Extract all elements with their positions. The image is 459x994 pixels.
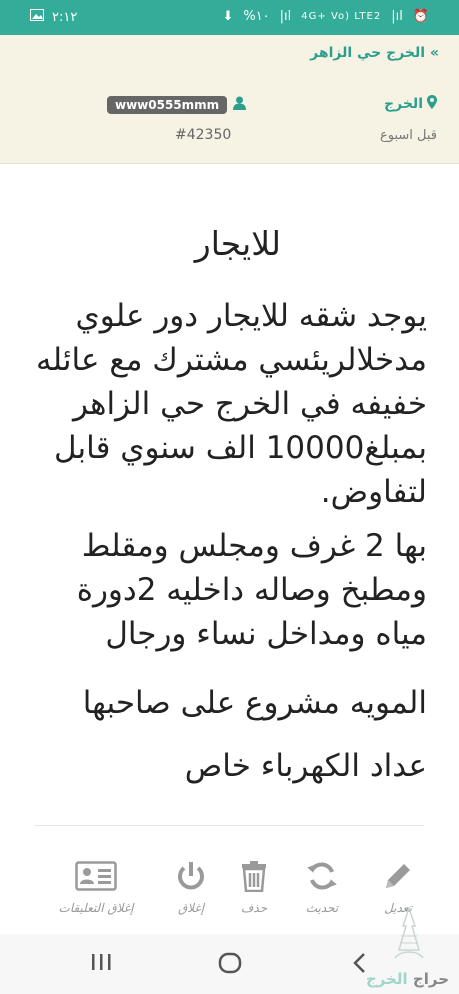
- pencil-icon: [382, 864, 414, 895]
- download-icon: ⬇: [222, 9, 234, 24]
- post-paragraph: يوجد شقه للايجار دور علوي مدخلالريئسي مش…: [36, 298, 427, 510]
- delete-label: حذف: [240, 901, 268, 915]
- clock-text: ٢:١٢: [52, 9, 78, 25]
- home-icon: [218, 952, 242, 978]
- home-button[interactable]: [218, 952, 242, 978]
- post-paragraph: عداد الكهرباء خاص: [184, 748, 427, 784]
- recent-apps-button[interactable]: [90, 952, 112, 976]
- back-button[interactable]: [352, 952, 366, 978]
- close-button[interactable]: إغلاق: [161, 860, 221, 915]
- post-paragraph: المويه مشروع على صاحبها: [82, 685, 427, 721]
- refresh-button[interactable]: تحديث: [292, 860, 352, 915]
- user-icon: [233, 95, 247, 114]
- post-title: للايجار: [194, 224, 281, 263]
- close-label: إغلاق: [177, 901, 205, 915]
- breadcrumb[interactable]: » الخرج حي الزاهر: [310, 45, 439, 61]
- signal-icon-2: |ıl: [391, 9, 403, 24]
- refresh-icon: [306, 862, 338, 895]
- brand-part2: الخرج: [365, 970, 408, 988]
- id-card-icon: [75, 861, 117, 895]
- recent-apps-icon: [90, 954, 112, 976]
- divider: [34, 825, 424, 826]
- alarm-icon: ⏰: [412, 9, 429, 24]
- delete-button[interactable]: حذف: [224, 860, 284, 915]
- ad-id: #42350: [175, 127, 232, 143]
- city-label: الخرج: [384, 96, 423, 112]
- close-comments-button[interactable]: إغلاق التعليقات: [44, 860, 148, 915]
- post-time: قبل اسبوع: [379, 128, 437, 143]
- power-icon: [175, 862, 207, 895]
- post-paragraph: بها 2 غرف ومجلس ومقلط ومطبخ وصاله داخليه…: [76, 528, 427, 652]
- brand-logo: حراج الخرج: [366, 902, 449, 994]
- trash-icon: [239, 861, 269, 895]
- brand-text: حراج الخرج: [366, 970, 449, 988]
- post-header: » الخرج حي الزاهر الخرج قبل اسبوع www055…: [0, 35, 459, 164]
- status-bar: ٢:١٢ ⬇ %١٠ |ıl 4G+ Vo) LTE2 |ıl ⏰: [0, 0, 459, 35]
- battery-text: %١٠: [243, 9, 270, 24]
- post-body: للايجار يوجد شقه للايجار دور علوي مدخلال…: [0, 164, 459, 834]
- author-chip[interactable]: www0555mmm: [107, 95, 247, 114]
- location-pin-icon: [427, 95, 437, 113]
- network-text: 4G+ Vo) LTE2: [301, 11, 382, 22]
- status-right: ⬇ %١٠ |ıl 4G+ Vo) LTE2 |ıl ⏰: [222, 9, 429, 24]
- username-tag[interactable]: www0555mmm: [107, 95, 228, 114]
- city-link[interactable]: الخرج: [384, 95, 437, 113]
- image-notification-icon: [30, 9, 44, 25]
- close-comments-label: إغلاق التعليقات: [58, 901, 134, 915]
- refresh-label: تحديث: [305, 901, 339, 915]
- back-icon: [352, 953, 366, 978]
- signal-icon: |ıl: [279, 9, 292, 24]
- brand-part1: حراج: [412, 970, 449, 988]
- status-left: ٢:١٢: [30, 9, 77, 25]
